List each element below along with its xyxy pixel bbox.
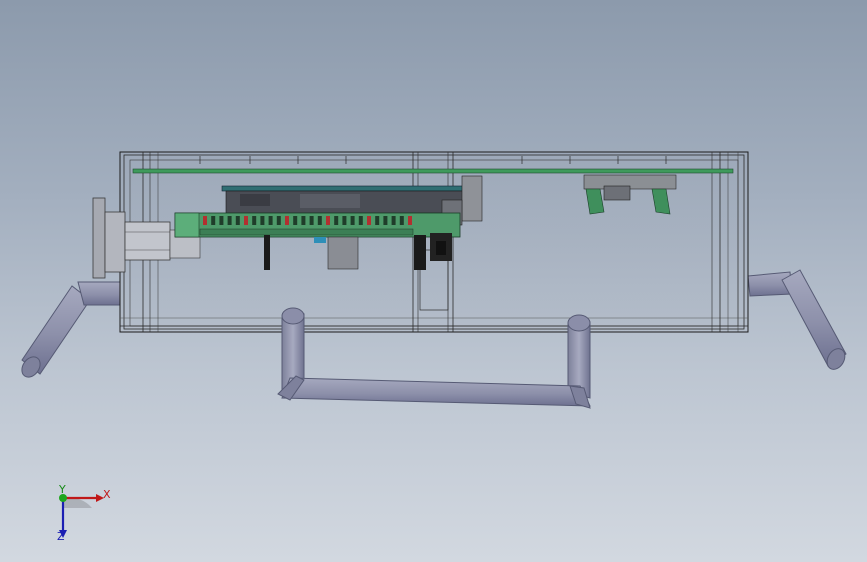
terminal-tooth: [268, 216, 273, 225]
cad-model[interactable]: [0, 0, 867, 562]
terminal-tooth: [203, 216, 207, 225]
terminal-tooth: [211, 216, 216, 225]
terminal-tooth: [293, 216, 298, 225]
terminal-tooth: [285, 216, 289, 225]
terminal-tooth: [367, 216, 371, 225]
terminal-strip: [174, 212, 461, 238]
y-axis-label: Y: [59, 483, 66, 496]
terminal-tooth: [350, 216, 355, 225]
terminal-tooth: [358, 216, 363, 225]
top-green-rail: [132, 168, 734, 174]
terminal-tooth: [334, 216, 339, 225]
terminal-tooth: [227, 216, 232, 225]
terminal-tooth: [383, 216, 388, 225]
terminal-tooth: [301, 216, 306, 225]
x-axis-label: X: [103, 488, 111, 501]
coordinate-triad: X Y Z: [48, 484, 118, 546]
terminal-tooth: [326, 216, 330, 225]
terminal-tooth: [317, 216, 322, 225]
terminal-tooth: [408, 216, 412, 225]
terminal-tooth: [260, 216, 265, 225]
z-axis-label: Z: [57, 530, 65, 543]
terminal-tooth: [219, 216, 224, 225]
terminal-tooth: [375, 216, 380, 225]
terminal-tooth: [399, 216, 404, 225]
terminal-tooth: [276, 216, 281, 225]
terminal-tooth: [342, 216, 347, 225]
terminal-tooth: [252, 216, 257, 225]
right-leg-tube: [747, 269, 847, 370]
terminal-tooth: [391, 216, 396, 225]
terminal-tooth: [244, 216, 248, 225]
cad-viewport[interactable]: X Y Z: [0, 0, 867, 562]
terminal-tooth: [309, 216, 314, 225]
left-leg-tube: [21, 281, 121, 378]
terminal-tooth: [235, 216, 240, 225]
